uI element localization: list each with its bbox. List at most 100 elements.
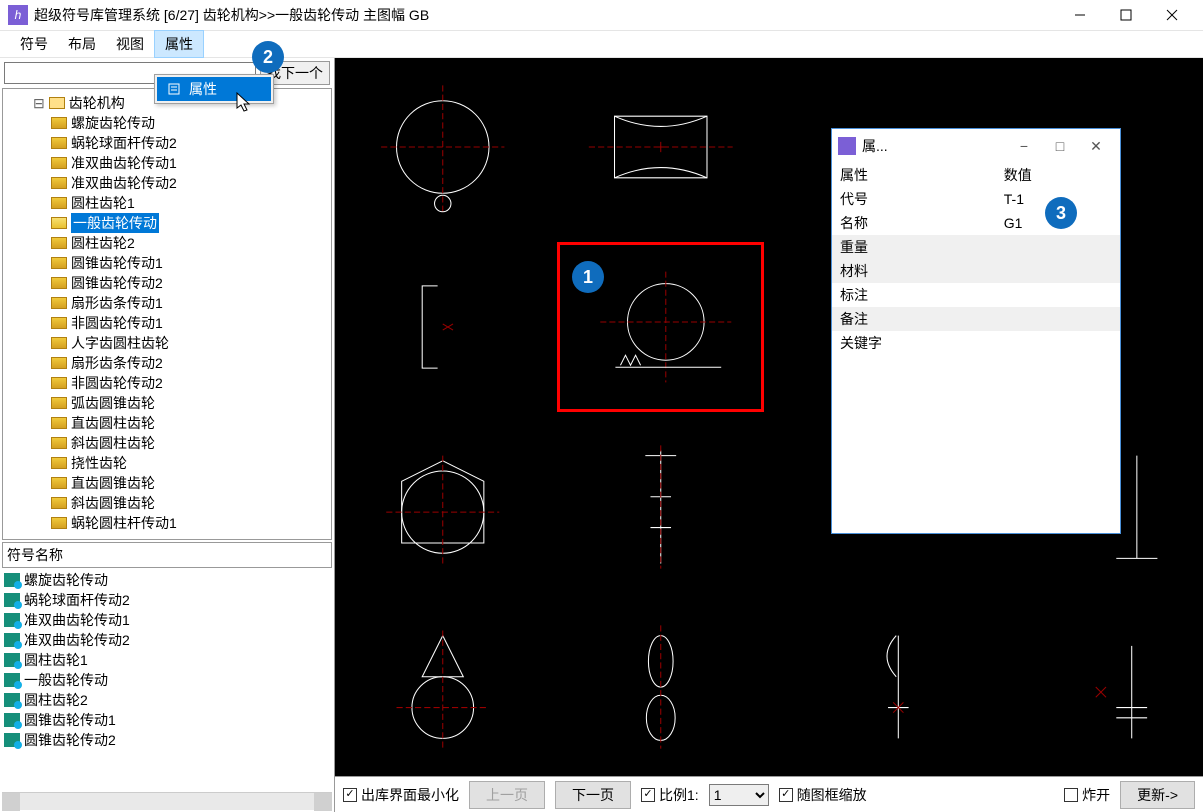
symbol-list[interactable]: 螺旋齿轮传动蜗轮球面杆传动2准双曲齿轮传动1准双曲齿轮传动2圆柱齿轮1一般齿轮传… xyxy=(2,570,332,790)
explode-checkbox[interactable]: 炸开 xyxy=(1064,785,1110,805)
menu-properties[interactable]: 属性 xyxy=(154,30,204,58)
window-title: 超级符号库管理系统 [6/27] 齿轮机构>>一般齿轮传动 主图幅 GB xyxy=(34,5,1057,25)
tree-item[interactable]: 挠性齿轮 xyxy=(3,453,331,473)
property-row[interactable]: 关键字 xyxy=(832,331,1120,355)
property-row[interactable]: 代号T-1 xyxy=(832,187,1120,211)
property-row[interactable]: 标注 xyxy=(832,283,1120,307)
thumbnail-cell[interactable] xyxy=(339,62,547,232)
list-item[interactable]: 螺旋齿轮传动 xyxy=(2,570,332,590)
ratio-select[interactable]: 1 xyxy=(709,784,769,806)
list-item[interactable]: 圆锥齿轮传动1 xyxy=(2,710,332,730)
list-header: 符号名称 xyxy=(2,542,332,568)
thumbnail-cell[interactable] xyxy=(339,422,547,592)
tree-item[interactable]: 斜齿圆锥齿轮 xyxy=(3,493,331,513)
menu-layout[interactable]: 布局 xyxy=(58,31,106,57)
symbol-icon xyxy=(4,573,20,587)
prop-value[interactable] xyxy=(996,331,1120,355)
prop-maximize-button[interactable]: □ xyxy=(1042,138,1078,154)
tree-item[interactable]: 直齿圆柱齿轮 xyxy=(3,413,331,433)
list-item[interactable]: 蜗轮球面杆传动2 xyxy=(2,590,332,610)
callout-2: 2 xyxy=(252,41,284,73)
tree-item[interactable]: 扇形齿条传动1 xyxy=(3,293,331,313)
tree-item[interactable]: 圆柱齿轮2 xyxy=(3,233,331,253)
property-row[interactable]: 备注 xyxy=(832,307,1120,331)
prop-key: 标注 xyxy=(832,283,996,307)
list-item[interactable]: 准双曲齿轮传动1 xyxy=(2,610,332,630)
symbol-icon xyxy=(4,693,20,707)
tree-item[interactable]: 扇形齿条传动2 xyxy=(3,353,331,373)
thumbnail-cell[interactable] xyxy=(992,602,1200,772)
symbol-icon xyxy=(51,197,67,209)
symbol-icon xyxy=(51,337,67,349)
tree-item[interactable]: 圆锥齿轮传动2 xyxy=(3,273,331,293)
tree-item[interactable]: 非圆齿轮传动1 xyxy=(3,313,331,333)
properties-titlebar[interactable]: 属... − □ ✕ xyxy=(832,129,1120,163)
list-item[interactable]: 圆锥齿轮传动2 xyxy=(2,730,332,750)
bottom-toolbar: ✓出库界面最小化 上一页 下一页 ✓比例1: 1 ✓随图框缩放 炸开 更新-> xyxy=(335,776,1203,812)
prop-key: 关键字 xyxy=(832,331,996,355)
property-row[interactable]: 材料 xyxy=(832,259,1120,283)
symbol-icon xyxy=(51,137,67,149)
prev-page-button[interactable]: 上一页 xyxy=(469,781,545,809)
tree-item[interactable]: 蜗轮球面杆传动2 xyxy=(3,133,331,153)
tree-item[interactable]: 斜齿圆柱齿轮 xyxy=(3,433,331,453)
tree-item[interactable]: 非圆齿轮传动2 xyxy=(3,373,331,393)
minimize-on-export-checkbox[interactable]: ✓出库界面最小化 xyxy=(343,785,459,805)
list-item[interactable]: 准双曲齿轮传动2 xyxy=(2,630,332,650)
thumbnail-cell[interactable] xyxy=(774,602,982,772)
symbol-icon xyxy=(51,477,67,489)
list-item[interactable]: 圆柱齿轮1 xyxy=(2,650,332,670)
dropdown-item-properties[interactable]: 属性 xyxy=(157,77,271,101)
ratio-checkbox[interactable]: ✓比例1: xyxy=(641,785,699,805)
menu-view[interactable]: 视图 xyxy=(106,31,154,57)
tree-item[interactable]: 圆柱齿轮1 xyxy=(3,193,331,213)
fit-frame-checkbox[interactable]: ✓随图框缩放 xyxy=(779,785,867,805)
thumbnail-cell[interactable] xyxy=(557,602,765,772)
tree-item[interactable]: 直齿圆锥齿轮 xyxy=(3,473,331,493)
maximize-button[interactable] xyxy=(1103,0,1149,30)
symbol-icon xyxy=(4,713,20,727)
symbol-icon xyxy=(51,117,67,129)
thumbnail-cell[interactable] xyxy=(557,62,765,232)
tree-item[interactable]: 蜗轮圆柱杆传动1 xyxy=(3,513,331,533)
close-button[interactable] xyxy=(1149,0,1195,30)
list-item[interactable]: 圆柱齿轮2 xyxy=(2,690,332,710)
properties-dropdown: 属性 xyxy=(154,74,274,104)
property-row[interactable]: 重量 xyxy=(832,235,1120,259)
thumbnail-cell[interactable] xyxy=(339,602,547,772)
next-page-button[interactable]: 下一页 xyxy=(555,781,631,809)
thumbnail-cell[interactable] xyxy=(339,242,547,412)
prop-value[interactable] xyxy=(996,283,1120,307)
symbol-icon xyxy=(51,257,67,269)
prop-key: 名称 xyxy=(832,211,996,235)
prop-value[interactable] xyxy=(996,259,1120,283)
prop-value[interactable] xyxy=(996,307,1120,331)
tree-item[interactable]: 螺旋齿轮传动 xyxy=(3,113,331,133)
symbol-icon xyxy=(51,517,67,529)
symbol-icon xyxy=(51,277,67,289)
tree-item[interactable]: 准双曲齿轮传动2 xyxy=(3,173,331,193)
horizontal-scrollbar[interactable] xyxy=(2,792,332,810)
symbol-tree[interactable]: ⊟ 齿轮机构 螺旋齿轮传动蜗轮球面杆传动2准双曲齿轮传动1准双曲齿轮传动2圆柱齿… xyxy=(2,88,332,540)
prop-minimize-button[interactable]: − xyxy=(1006,138,1042,154)
refresh-button[interactable]: 更新-> xyxy=(1120,781,1195,809)
thumbnail-cell[interactable] xyxy=(557,422,765,592)
tree-item[interactable]: 准双曲齿轮传动1 xyxy=(3,153,331,173)
minimize-button[interactable] xyxy=(1057,0,1103,30)
tree-item[interactable]: 一般齿轮传动 xyxy=(3,213,331,233)
properties-table: 属性数值 代号T-1名称G1重量材料标注备注关键字 xyxy=(832,163,1120,355)
list-item[interactable]: 一般齿轮传动 xyxy=(2,670,332,690)
tree-item[interactable]: 圆锥齿轮传动1 xyxy=(3,253,331,273)
prop-key: 备注 xyxy=(832,307,996,331)
folder-icon xyxy=(49,97,65,109)
properties-window[interactable]: 属... − □ ✕ 属性数值 代号T-1名称G1重量材料标注备注关键字 xyxy=(831,128,1121,534)
symbol-icon xyxy=(51,437,67,449)
prop-value[interactable] xyxy=(996,235,1120,259)
symbol-icon xyxy=(51,237,67,249)
tree-item[interactable]: 人字齿圆柱齿轮 xyxy=(3,333,331,353)
prop-close-button[interactable]: ✕ xyxy=(1078,138,1114,155)
tree-item[interactable]: 弧齿圆锥齿轮 xyxy=(3,393,331,413)
menu-bar: 符号 布局 视图 属性 xyxy=(0,30,1203,58)
callout-3: 3 xyxy=(1045,197,1077,229)
menu-symbol[interactable]: 符号 xyxy=(10,31,58,57)
